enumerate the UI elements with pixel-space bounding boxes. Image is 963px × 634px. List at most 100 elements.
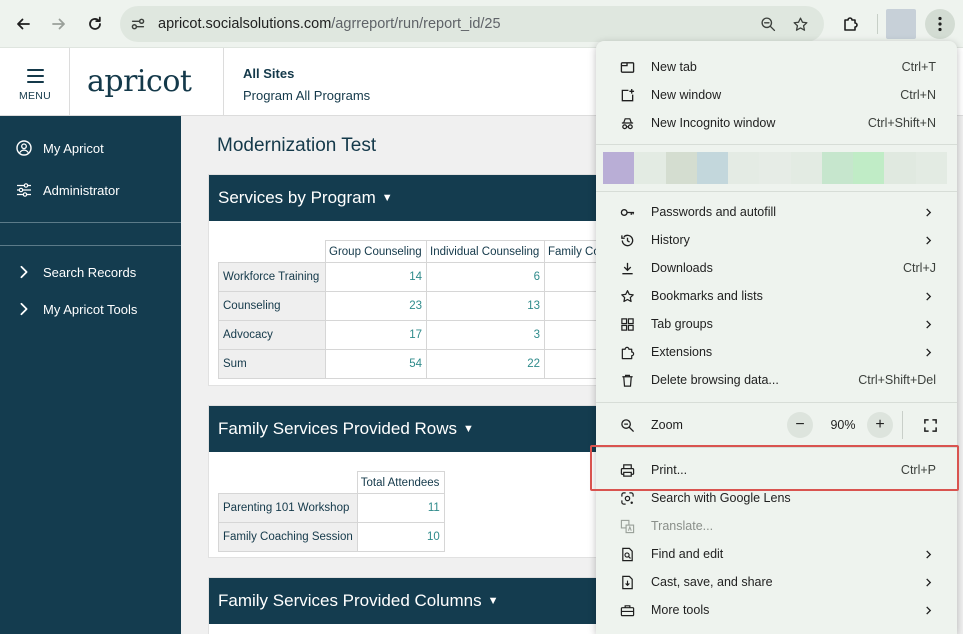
reload-icon bbox=[89, 16, 101, 30]
history-icon bbox=[619, 232, 635, 248]
toolbar-separator bbox=[877, 14, 878, 34]
hamburger-icon bbox=[27, 69, 44, 87]
row-header: Counseling bbox=[218, 291, 326, 321]
table-cell-link[interactable]: 3 bbox=[426, 320, 545, 350]
caret-down-icon[interactable]: ▼ bbox=[463, 423, 474, 435]
table-corner bbox=[218, 471, 358, 494]
menu-item-extensions[interactable]: Extensions bbox=[596, 338, 957, 366]
zoom-out-button[interactable]: − bbox=[787, 412, 813, 438]
site-settings-icon[interactable] bbox=[128, 14, 148, 34]
menu-item-bookmarks[interactable]: Bookmarks and lists bbox=[596, 282, 957, 310]
caret-down-icon[interactable]: ▼ bbox=[382, 192, 393, 204]
tab-groups-icon bbox=[619, 316, 635, 332]
table-row: Sum 54 22 bbox=[218, 349, 605, 379]
profile-swatch bbox=[821, 152, 854, 184]
row-header: Advocacy bbox=[218, 320, 326, 350]
sidebar-item-my-apricot-tools[interactable]: My Apricot Tools bbox=[0, 294, 181, 324]
table-cell-link[interactable]: 11 bbox=[356, 493, 445, 523]
save-page-icon bbox=[619, 574, 635, 590]
sidebar-item-search-records[interactable]: Search Records bbox=[0, 257, 181, 287]
program-selector[interactable]: Program All Programs bbox=[243, 88, 370, 103]
extensions-button[interactable] bbox=[836, 9, 866, 39]
panel-title: Family Services Provided Columns bbox=[218, 591, 482, 610]
panel-title: Services by Program bbox=[218, 188, 376, 207]
menu-item-label: Find and edit bbox=[651, 547, 724, 561]
menu-item-label: Extensions bbox=[651, 345, 713, 359]
menu-item-delete-browsing-data[interactable]: Delete browsing data... Ctrl+Shift+Del bbox=[596, 366, 957, 394]
sidebar-item-administrator[interactable]: Administrator bbox=[0, 175, 181, 205]
menu-item-label: Zoom bbox=[651, 418, 683, 432]
sidebar: My Apricot Administrator Search Records … bbox=[0, 116, 181, 634]
table-cell-link[interactable]: 17 bbox=[325, 320, 427, 350]
chevron-right-icon bbox=[16, 264, 32, 280]
table-cell-link[interactable]: 23 bbox=[325, 291, 427, 321]
menu-item-history[interactable]: History bbox=[596, 226, 957, 254]
sidebar-item-label: Administrator bbox=[43, 182, 120, 198]
apricot-logo[interactable]: apricot bbox=[87, 64, 192, 99]
menu-item-label: Passwords and autofill bbox=[651, 205, 777, 219]
row-header: Family Coaching Session bbox=[218, 522, 358, 552]
menu-item-passwords[interactable]: Passwords and autofill bbox=[596, 198, 957, 226]
forward-button[interactable] bbox=[44, 9, 74, 39]
menu-item-label: Print... bbox=[651, 463, 688, 477]
row-header: Workforce Training bbox=[218, 262, 326, 292]
report-panel-family-services-columns: Family Services Provided Columns ▼ bbox=[208, 577, 629, 634]
table-cell-link[interactable]: 10 bbox=[356, 522, 445, 552]
puzzle-icon bbox=[619, 344, 635, 360]
main-menu-button[interactable]: MENU bbox=[0, 48, 70, 116]
menu-item-incognito[interactable]: New Incognito window Ctrl+Shift+N bbox=[596, 109, 957, 137]
profile-avatar[interactable] bbox=[886, 9, 916, 39]
row-header: Parenting 101 Workshop bbox=[218, 493, 358, 523]
url-path: /agrreport/run/report_id/25 bbox=[331, 16, 501, 32]
menu-item-label: Downloads bbox=[651, 261, 713, 275]
menu-item-shortcut: Ctrl+J bbox=[903, 261, 936, 275]
report-panel-services-by-program: Services by Program ▼ Group Counseling I… bbox=[208, 174, 629, 386]
new-window-icon bbox=[619, 87, 635, 103]
site-selector[interactable]: All Sites bbox=[243, 66, 294, 81]
panel-header[interactable]: Services by Program ▼ bbox=[209, 175, 629, 221]
menu-item-new-tab[interactable]: New tab Ctrl+T bbox=[596, 53, 957, 81]
lens-icon bbox=[619, 490, 635, 506]
menu-item-cast-save-share[interactable]: Cast, save, and share bbox=[596, 568, 957, 596]
menu-item-label: Tab groups bbox=[651, 317, 713, 331]
table-cell-link[interactable]: 54 bbox=[325, 349, 427, 379]
address-bar[interactable]: apricot.socialsolutions.com/agrreport/ru… bbox=[120, 6, 824, 42]
bookmark-star-icon[interactable] bbox=[790, 14, 810, 34]
table-cell-link[interactable]: 6 bbox=[426, 262, 545, 292]
zoom-icon bbox=[619, 417, 635, 433]
menu-item-google-lens[interactable]: Search with Google Lens bbox=[596, 484, 957, 512]
fullscreen-icon bbox=[923, 418, 937, 432]
menu-item-tab-groups[interactable]: Tab groups bbox=[596, 310, 957, 338]
trash-icon bbox=[619, 372, 635, 388]
profile-swatch bbox=[696, 152, 729, 184]
panel-header[interactable]: Family Services Provided Columns ▼ bbox=[209, 578, 629, 624]
chevron-right-icon bbox=[923, 577, 933, 587]
zoom-in-button[interactable]: + bbox=[867, 412, 893, 438]
menu-item-shortcut: Ctrl+Shift+N bbox=[867, 116, 936, 130]
report-panel-family-services-rows: Family Services Provided Rows ▼ Total At… bbox=[208, 405, 629, 558]
chevron-right-icon bbox=[923, 347, 933, 357]
menu-item-find-and-edit[interactable]: Find and edit bbox=[596, 540, 957, 568]
url-host: apricot.socialsolutions.com bbox=[158, 16, 332, 32]
puzzle-icon bbox=[844, 17, 858, 31]
zoom-indicator-icon[interactable] bbox=[758, 14, 778, 34]
caret-down-icon[interactable]: ▼ bbox=[488, 595, 499, 607]
menu-item-translate: Translate... bbox=[596, 512, 957, 540]
table-cell-link[interactable]: 13 bbox=[426, 291, 545, 321]
menu-separator bbox=[596, 402, 957, 403]
table-row: Workforce Training 14 6 bbox=[218, 262, 605, 292]
back-button[interactable] bbox=[8, 9, 38, 39]
menu-item-downloads[interactable]: Downloads Ctrl+J bbox=[596, 254, 957, 282]
menu-item-print[interactable]: Print... Ctrl+P bbox=[596, 456, 957, 484]
table-cell-link[interactable]: 14 bbox=[325, 262, 427, 292]
chrome-menu-button[interactable] bbox=[925, 9, 955, 39]
profile-banner[interactable] bbox=[603, 152, 947, 184]
sidebar-item-my-apricot[interactable]: My Apricot bbox=[0, 133, 181, 163]
panel-header[interactable]: Family Services Provided Rows ▼ bbox=[209, 406, 629, 452]
menu-item-new-window[interactable]: New window Ctrl+N bbox=[596, 81, 957, 109]
table-corner bbox=[218, 240, 326, 263]
menu-item-more-tools[interactable]: More tools bbox=[596, 596, 957, 624]
reload-button[interactable] bbox=[80, 9, 110, 39]
fullscreen-button[interactable] bbox=[917, 412, 943, 438]
table-cell-link[interactable]: 22 bbox=[426, 349, 545, 379]
